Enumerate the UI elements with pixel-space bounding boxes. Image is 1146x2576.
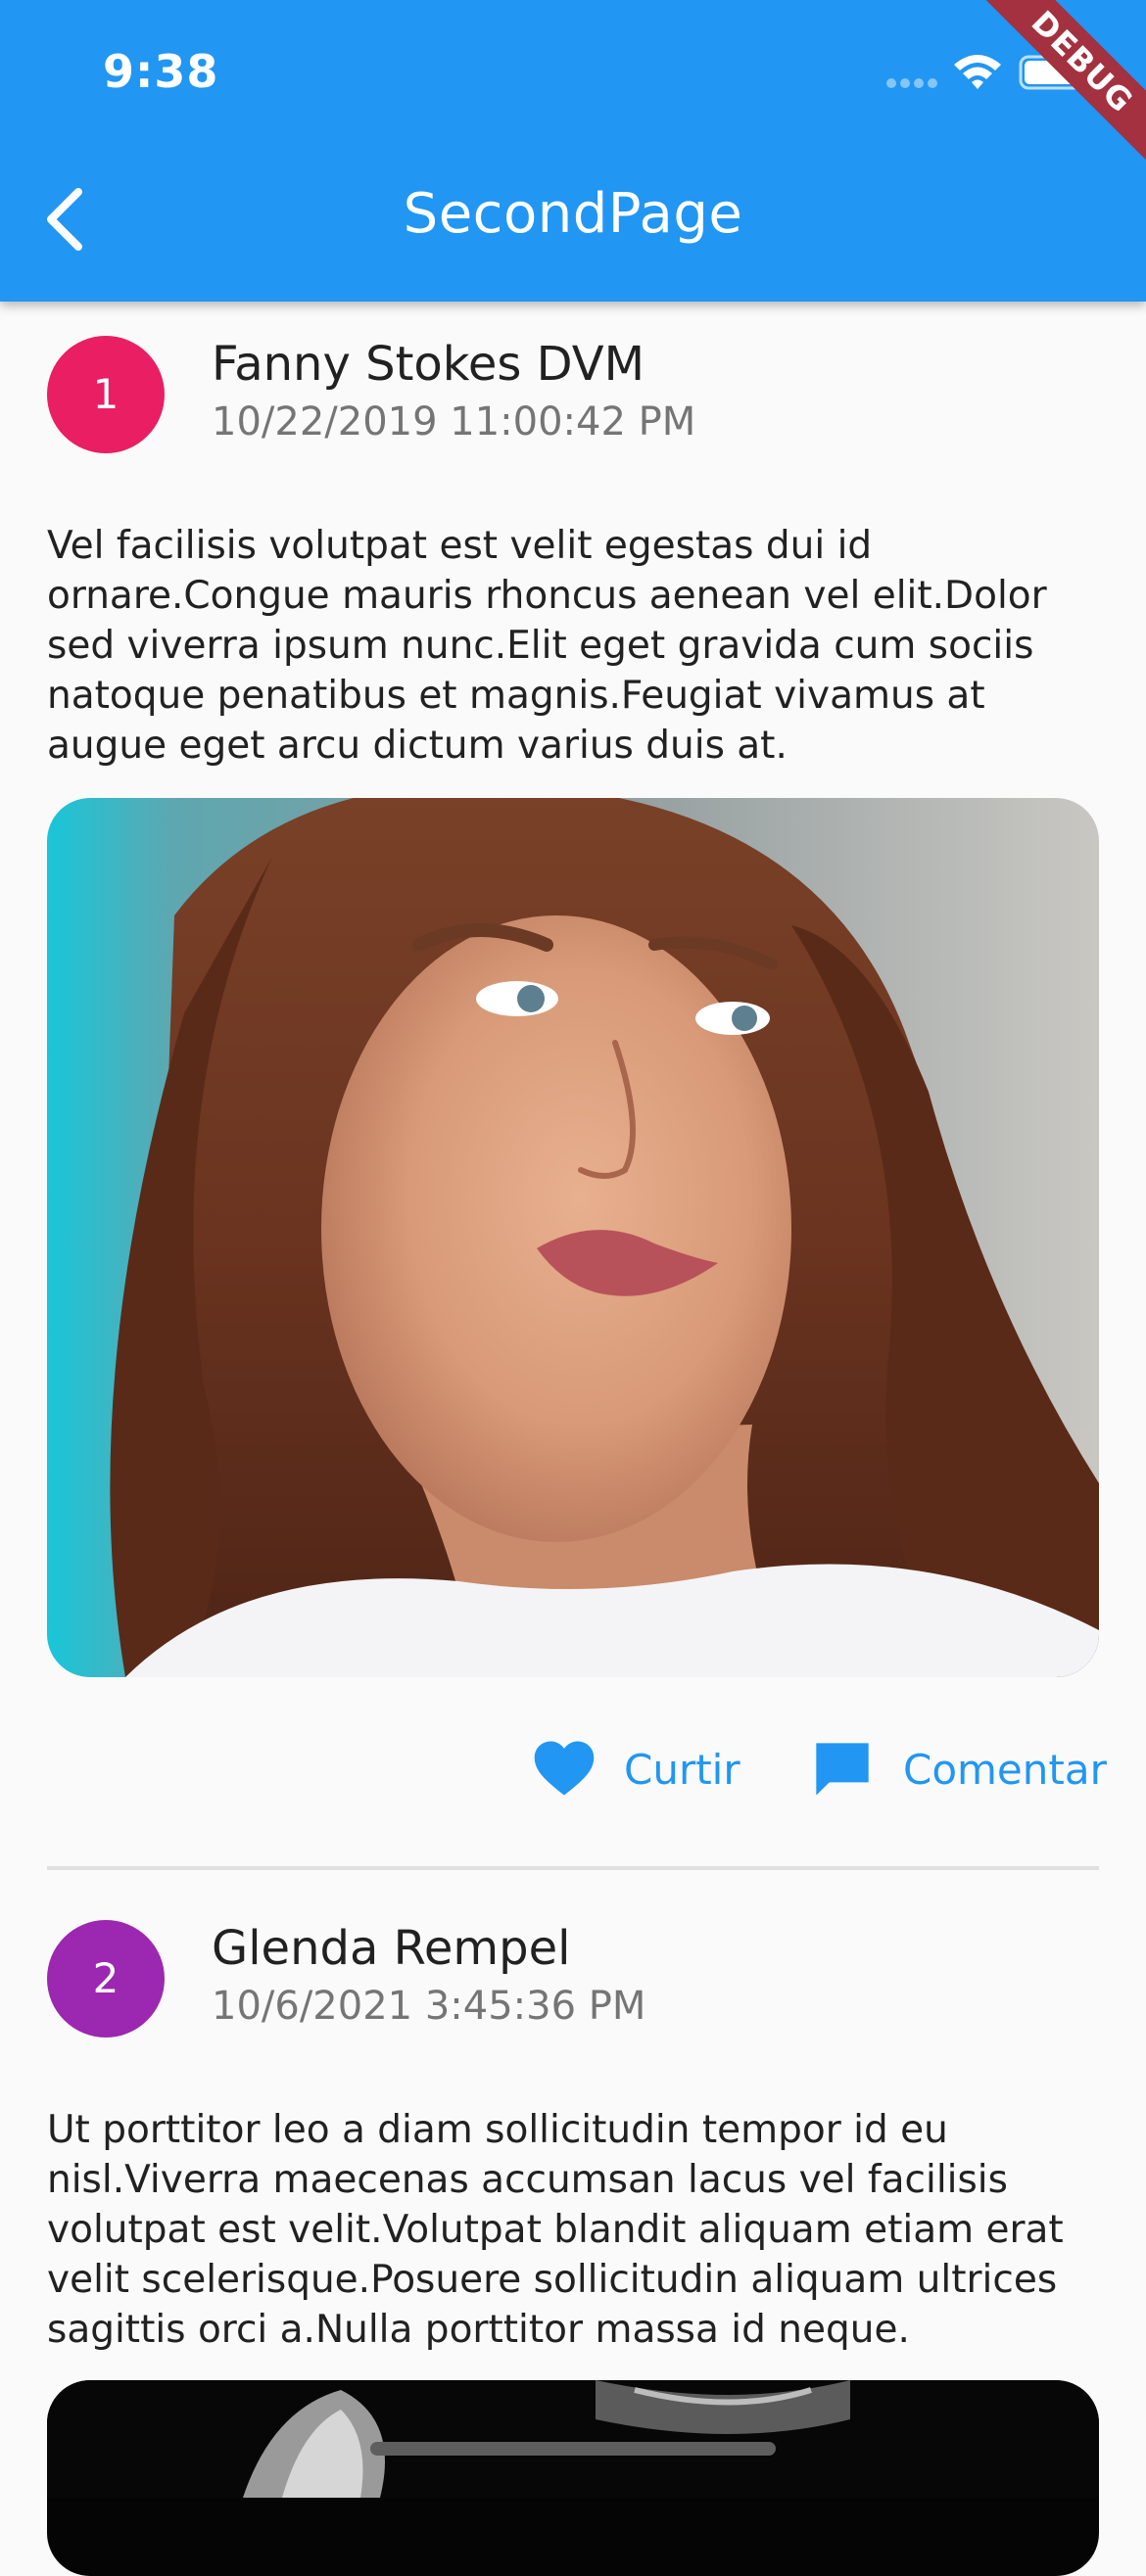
post-author: Glenda Rempel [212,1921,571,1976]
photo-preview [47,2380,1099,2498]
post-body: Ut porttitor leo a diam sollicitudin tem… [47,2108,1064,2352]
heart-icon [534,1741,595,1796]
cellular-signal-icon [886,78,937,88]
home-indicator[interactable] [370,2442,776,2456]
post-image [47,798,1099,1677]
post-date: 10/6/2021 3:45:36 PM [212,1984,646,2029]
wifi-icon [954,55,1001,89]
post-date: 10/22/2019 11:00:42 PM [212,399,696,445]
debug-banner: DEBUG [961,0,1146,183]
comment-label: Comentar [903,1746,1107,1794]
post-body: Vel facilisis volutpat est velit egestas… [47,524,1047,768]
like-button[interactable]: Curtir [532,1738,747,1806]
portrait-photo [47,798,1099,1677]
post-image [47,2380,1099,2576]
avatar: 1 [47,336,165,453]
avatar: 2 [47,1920,165,2037]
page-title: SecondPage [403,182,743,246]
comment-icon [816,1743,869,1796]
comment-button[interactable]: Comentar [811,1738,1107,1806]
status-bar-time: 9:38 [103,45,219,98]
app-bar: 9:38 SecondPage DEBUG [0,0,1146,302]
like-label: Curtir [624,1746,740,1794]
post-author: Fanny Stokes DVM [212,337,645,392]
post-divider [47,1866,1099,1870]
